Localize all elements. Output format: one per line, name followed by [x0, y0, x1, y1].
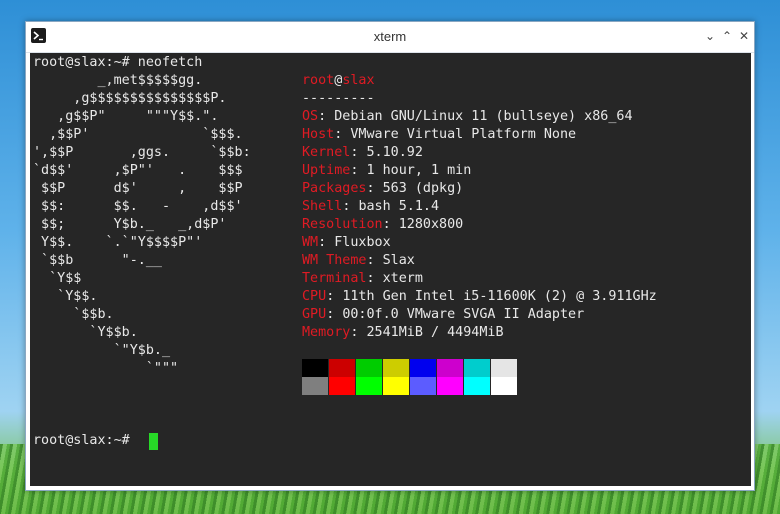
info-row: Terminal: xterm [302, 270, 423, 288]
color-swatch [464, 377, 490, 395]
info-row: GPU: 00:0f.0 VMware SVGA II Adapter [302, 306, 584, 324]
info-value: 1280x800 [398, 217, 464, 232]
logo-line: $$: $$. - ,d$$' [33, 199, 243, 214]
info-value: 5.10.92 [366, 145, 423, 160]
info-colon: : [334, 127, 351, 142]
logo-line: `d$$' ,$P"' . $$$ [33, 163, 243, 178]
user-name: root [302, 73, 335, 88]
info-row: Kernel: 5.10.92 [302, 144, 423, 162]
info-key: OS [302, 109, 319, 124]
info-colon: : [318, 109, 335, 124]
logo-line: $$; Y$b._ _,d$P' [33, 217, 227, 232]
info-row: OS: Debian GNU/Linux 11 (bullseye) x86_6… [302, 108, 633, 126]
info-value: 11th Gen Intel i5-11600K (2) @ 3.911GHz [342, 289, 657, 304]
logo-line: ,g$$$$$$$$$$$$$$$P. [33, 91, 227, 106]
info-key: Kernel [302, 145, 351, 160]
color-swatch [464, 359, 490, 377]
info-colon: : [318, 235, 335, 250]
info-key: Terminal [302, 271, 367, 286]
terminal-area[interactable]: root@slax:~# neofetch _,met$$$$$gg. ,g$$… [30, 53, 751, 486]
info-value: 563 (dpkg) [382, 181, 464, 196]
info-colon: : [342, 199, 359, 214]
close-button[interactable]: ✕ [735, 27, 753, 45]
info-value: xterm [382, 271, 423, 286]
info-value: Fluxbox [334, 235, 391, 250]
info-row: Uptime: 1 hour, 1 min [302, 162, 471, 180]
info-row: WM Theme: Slax [302, 252, 415, 270]
title-bar[interactable]: xterm ⌄ ⌃ ✕ [26, 22, 754, 53]
info-colon: : [350, 145, 367, 160]
info-value: 2541MiB / 4494MiB [366, 325, 504, 340]
logo-line: `Y$$. [33, 289, 98, 304]
xterm-window[interactable]: xterm ⌄ ⌃ ✕ root@slax:~# neofetch _,met$… [25, 21, 755, 491]
color-swatch [437, 377, 463, 395]
info-value: VMware Virtual Platform None [350, 127, 577, 142]
user-host-line: root@slax [302, 72, 375, 90]
info-key: CPU [302, 289, 327, 304]
logo-line: `$$b. [33, 307, 114, 322]
color-swatch [356, 359, 382, 377]
logo-line: `""" [33, 361, 179, 376]
info-row: CPU: 11th Gen Intel i5-11600K (2) @ 3.91… [302, 288, 657, 306]
prompt-line: root@slax:~# [33, 433, 138, 448]
info-colon: : [350, 163, 367, 178]
info-row: Resolution: 1280x800 [302, 216, 463, 234]
color-swatch [329, 359, 355, 377]
color-swatch [491, 377, 517, 395]
maximize-button[interactable]: ⌃ [718, 27, 736, 45]
logo-line: `Y$$b. [33, 325, 138, 340]
logo-line: `"Y$b._ [33, 343, 171, 358]
color-swatch [356, 377, 382, 395]
info-value: bash 5.1.4 [358, 199, 440, 214]
info-key: GPU [302, 307, 327, 322]
info-colon: : [366, 181, 383, 196]
info-value: 1 hour, 1 min [366, 163, 472, 178]
host-name: slax [342, 73, 375, 88]
info-key: Shell [302, 199, 343, 214]
info-colon: : [382, 217, 399, 232]
logo-line: _,met$$$$$gg. [33, 73, 203, 88]
color-swatch [410, 359, 436, 377]
info-value: Slax [382, 253, 415, 268]
info-key: WM [302, 235, 319, 250]
info-key: Resolution [302, 217, 383, 232]
info-value: Debian GNU/Linux 11 (bullseye) x86_64 [334, 109, 633, 124]
info-row: Packages: 563 (dpkg) [302, 180, 463, 198]
info-value: 00:0f.0 VMware SVGA II Adapter [342, 307, 585, 322]
minimize-button[interactable]: ⌄ [701, 27, 719, 45]
color-swatch [302, 359, 328, 377]
separator-line: --------- [302, 91, 375, 106]
command-line: root@slax:~# neofetch [33, 55, 203, 70]
info-colon: : [326, 289, 343, 304]
info-row: Memory: 2541MiB / 4494MiB [302, 324, 504, 342]
info-row: Host: VMware Virtual Platform None [302, 126, 576, 144]
color-swatch [410, 377, 436, 395]
info-key: Uptime [302, 163, 351, 178]
color-swatch [491, 359, 517, 377]
logo-line: `Y$$ [33, 271, 82, 286]
info-row: WM: Fluxbox [302, 234, 391, 252]
logo-line: ',$$P ,ggs. `$$b: [33, 145, 251, 160]
info-row: Shell: bash 5.1.4 [302, 198, 439, 216]
info-colon: : [326, 307, 343, 322]
logo-line: `$$b "-.__ [33, 253, 162, 268]
info-colon: : [350, 325, 367, 340]
info-key: Packages [302, 181, 367, 196]
info-key: WM Theme [302, 253, 367, 268]
logo-line: ,g$$P" """Y$$.". [33, 109, 219, 124]
info-colon: : [366, 271, 383, 286]
logo-line: Y$$. `.`"Y$$$$P"' [33, 235, 203, 250]
info-key: Memory [302, 325, 351, 340]
logo-line: ,$$P' `$$$. [33, 127, 243, 142]
logo-line: $$P d$' , $$P [33, 181, 243, 196]
color-swatch [329, 377, 355, 395]
color-swatch [302, 377, 328, 395]
color-swatch [383, 377, 409, 395]
text-cursor [149, 433, 158, 450]
info-colon: : [366, 253, 383, 268]
window-title: xterm [373, 29, 407, 44]
color-swatch [383, 359, 409, 377]
color-swatch [437, 359, 463, 377]
info-key: Host [302, 127, 335, 142]
